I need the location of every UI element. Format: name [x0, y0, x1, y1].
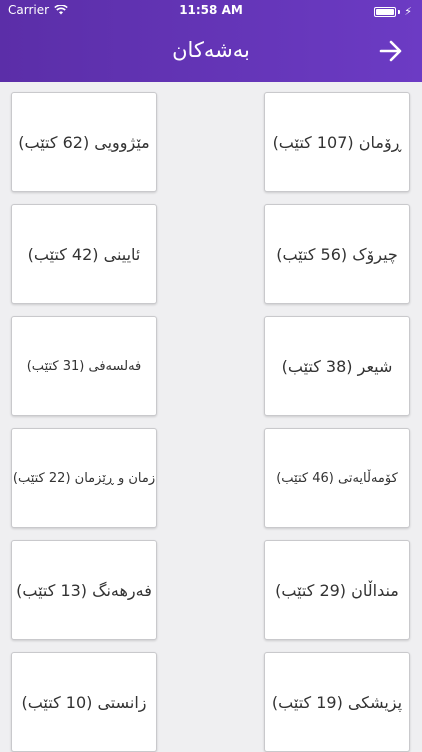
- category-label: چیرۆک (56 کتێب): [276, 244, 398, 264]
- category-label: زانستی (10 کتێب): [21, 692, 147, 712]
- category-card[interactable]: فەلسەفی (31 کتێب): [11, 316, 157, 416]
- category-card[interactable]: چیرۆک (56 کتێب): [264, 204, 410, 304]
- status-time: 11:58 AM: [179, 3, 243, 17]
- category-label: ڕۆمان (107 کتێب): [272, 132, 402, 152]
- battery-icon: [374, 6, 397, 17]
- category-card[interactable]: فەرهەنگ (13 کتێب): [11, 540, 157, 640]
- category-grid: ڕۆمان (107 کتێب) مێژوویی (62 کتێب) چیرۆک…: [0, 82, 422, 752]
- category-card[interactable]: مێژوویی (62 کتێب): [11, 92, 157, 192]
- category-card[interactable]: منداڵان (29 کتێب): [264, 540, 410, 640]
- category-label: شیعر (38 کتێب): [281, 356, 393, 376]
- battery-indicator: ⚡: [374, 5, 412, 18]
- app-header: Carrier 11:58 AM ⚡ بەشەکان: [0, 0, 422, 82]
- category-card[interactable]: ڕۆمان (107 کتێب): [264, 92, 410, 192]
- category-label: ئایینی (42 کتێب): [27, 244, 141, 264]
- status-bar: Carrier 11:58 AM ⚡: [0, 0, 422, 22]
- category-label: منداڵان (29 کتێب): [275, 580, 399, 600]
- category-card[interactable]: کۆمەڵایەتی (46 کتێب): [264, 428, 410, 528]
- category-card[interactable]: زمان و ڕێزمان (22 کتێب): [11, 428, 157, 528]
- category-label: فەرهەنگ (13 کتێب): [16, 580, 152, 600]
- arrow-right-icon: [379, 40, 402, 62]
- category-label: پزیشکی (19 کتێب): [271, 692, 403, 712]
- charging-icon: ⚡: [404, 5, 412, 18]
- category-card[interactable]: ئایینی (42 کتێب): [11, 204, 157, 304]
- category-label: فەلسەفی (31 کتێب): [26, 358, 142, 374]
- category-card[interactable]: پزیشکی (19 کتێب): [264, 652, 410, 752]
- category-label: کۆمەڵایەتی (46 کتێب): [276, 470, 398, 486]
- category-card[interactable]: زانستی (10 کتێب): [11, 652, 157, 752]
- category-label: زمان و ڕێزمان (22 کتێب): [12, 470, 156, 486]
- category-label: مێژوویی (62 کتێب): [18, 132, 150, 152]
- category-card[interactable]: شیعر (38 کتێب): [264, 316, 410, 416]
- back-button[interactable]: [376, 36, 406, 66]
- page-title: بەشەکان: [172, 38, 250, 62]
